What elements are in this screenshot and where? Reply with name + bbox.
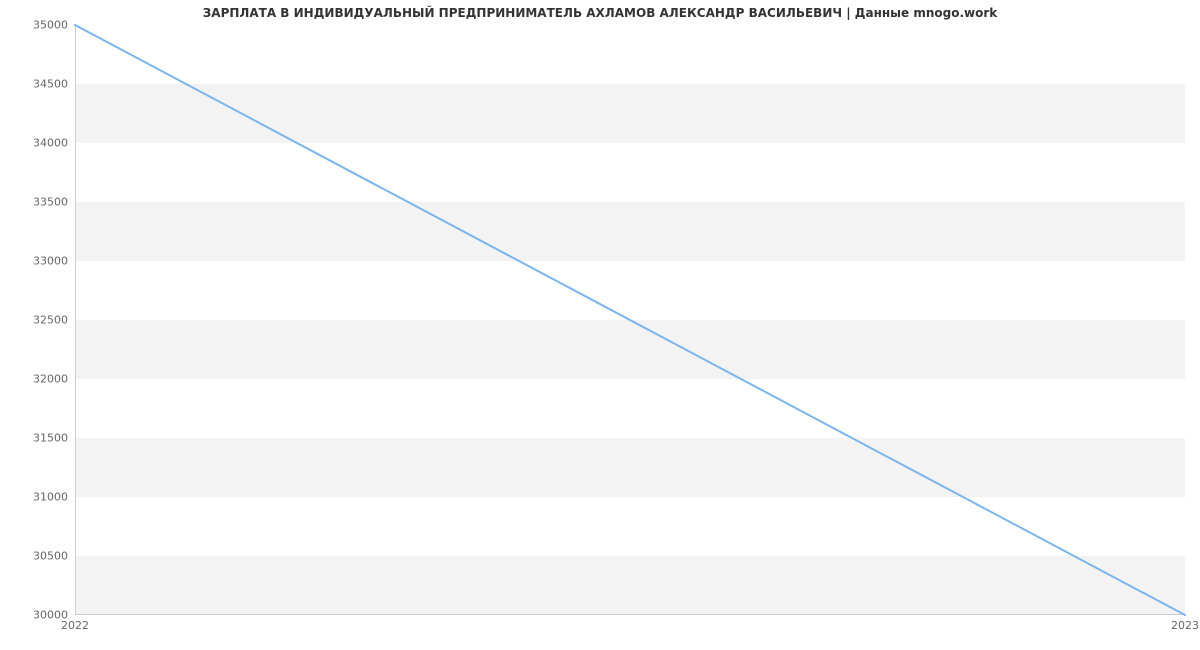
y-tick-label: 31500 <box>8 432 68 445</box>
line-layer <box>75 25 1185 615</box>
y-tick-label: 35000 <box>8 19 68 32</box>
salary-line-chart: ЗАРПЛАТА В ИНДИВИДУАЛЬНЫЙ ПРЕДПРИНИМАТЕЛ… <box>0 0 1200 650</box>
series-line <box>75 25 1185 615</box>
chart-title: ЗАРПЛАТА В ИНДИВИДУАЛЬНЫЙ ПРЕДПРИНИМАТЕЛ… <box>0 6 1200 20</box>
y-tick-label: 32500 <box>8 314 68 327</box>
y-tick-label: 34500 <box>8 78 68 91</box>
y-tick-label: 32000 <box>8 373 68 386</box>
y-tick-label: 34000 <box>8 137 68 150</box>
y-tick-label: 30500 <box>8 550 68 563</box>
plot-area <box>75 25 1185 615</box>
x-tick-label: 2023 <box>1171 619 1199 632</box>
y-tick-label: 31000 <box>8 491 68 504</box>
x-tick-label: 2022 <box>61 619 89 632</box>
y-tick-label: 30000 <box>8 609 68 622</box>
y-tick-label: 33000 <box>8 255 68 268</box>
y-tick-label: 33500 <box>8 196 68 209</box>
